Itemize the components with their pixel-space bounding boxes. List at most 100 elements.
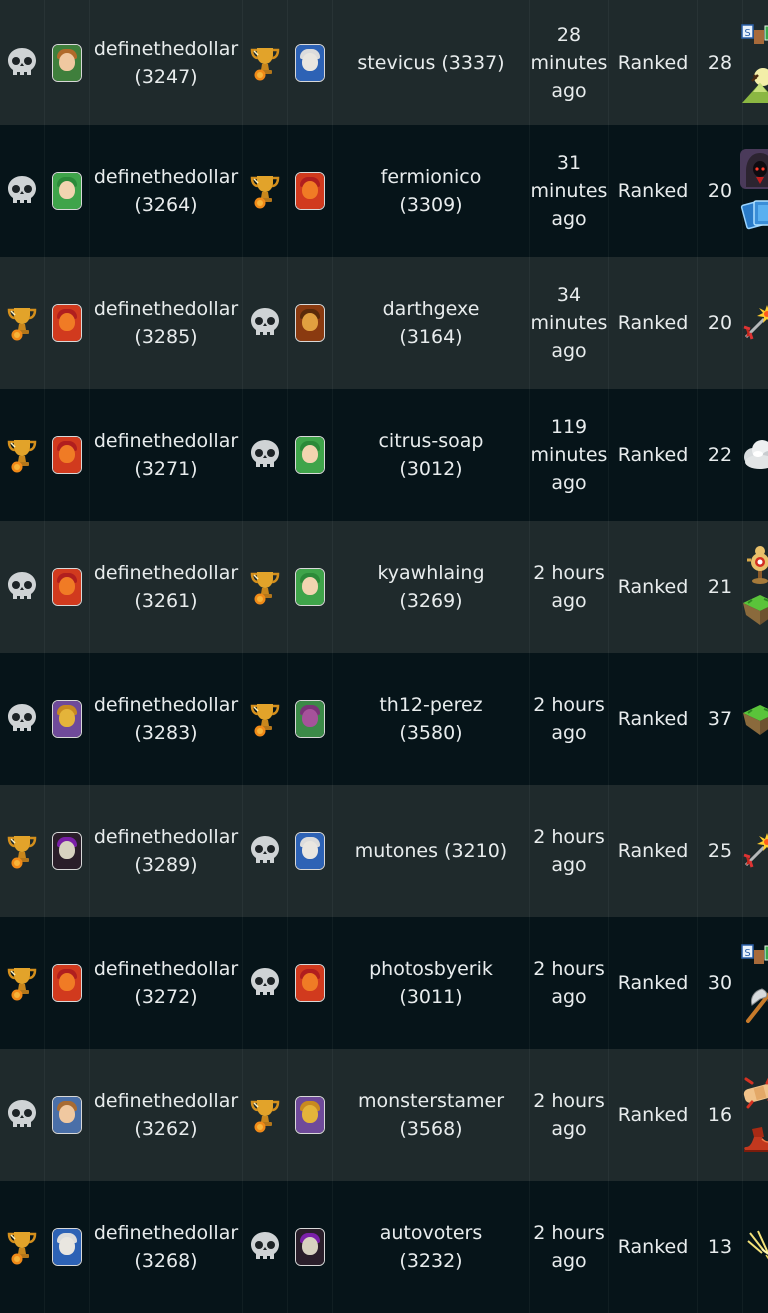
battle-row[interactable]: definethedollar (3289) mutones (3210) 2 … [0,785,768,917]
opponent-cell[interactable]: citrus-soap (3012) [332,389,530,521]
cloud-icon[interactable] [740,435,768,475]
opponent-avatar-cell[interactable] [287,653,333,785]
avatar-young-man-blue[interactable] [52,1096,82,1134]
player-cell[interactable]: definethedollar (3264) [89,125,243,257]
opponent-cell[interactable]: th12-perez (3580) [332,653,530,785]
opponent-name[interactable]: citrus-soap [333,427,529,455]
opponent-avatar-cell[interactable] [287,257,333,389]
opponent-avatar-cell[interactable] [287,0,333,125]
opponent-avatar-cell[interactable] [287,785,333,917]
avatar-elf-green[interactable] [52,172,82,210]
opponent-avatar-cell[interactable] [287,389,333,521]
player-name[interactable]: definethedollar [90,295,242,323]
player-cell[interactable]: definethedollar (3261) [89,521,243,653]
player-cell[interactable]: definethedollar (3285) [89,257,243,389]
axe-icon[interactable] [740,985,768,1025]
battle-row[interactable]: definethedollar (3247) stevicus (3337) 2… [0,0,768,125]
red-boot-icon[interactable] [740,1117,768,1157]
explosive-arrow-icon[interactable] [740,303,768,343]
player-name[interactable]: definethedollar [90,691,242,719]
player-avatar-cell[interactable] [44,257,90,389]
player-avatar-cell[interactable] [44,917,90,1049]
opponent-name[interactable]: monsterstamer [333,1087,529,1115]
moon-mountain-icon[interactable] [740,65,768,105]
avatar-dragon-red[interactable] [52,304,82,342]
battle-row[interactable]: definethedollar (3268) autovoters (3232)… [0,1181,768,1313]
battle-row[interactable]: definethedollar (3283) th12-perez (3580)… [0,653,768,785]
hooded-figure-icon[interactable] [740,149,768,189]
avatar-gold-knight[interactable] [295,1096,325,1134]
standard-modern-icon[interactable]: SM [740,941,768,981]
avatar-elf-green[interactable] [295,568,325,606]
player-cell[interactable]: definethedollar (3283) [89,653,243,785]
opponent-name[interactable]: mutones (3210) [333,837,529,865]
bandage-icon[interactable] [740,1073,768,1113]
avatar-wizard-blue[interactable] [295,43,325,82]
opponent-name[interactable]: stevicus (3337) [333,49,529,77]
battle-row[interactable]: definethedollar (3264) fermionico (3309)… [0,125,768,257]
player-avatar-cell[interactable] [44,521,90,653]
player-avatar-cell[interactable] [44,1049,90,1181]
opponent-cell[interactable]: fermionico (3309) [332,125,530,257]
player-cell[interactable]: definethedollar (3247) [89,0,243,125]
player-avatar-cell[interactable] [44,653,90,785]
cards-icon[interactable] [740,193,768,233]
player-name[interactable]: definethedollar [90,163,242,191]
opponent-name[interactable]: darthgexe [333,295,529,323]
standard-modern-icon[interactable]: SM [740,21,768,61]
player-cell[interactable]: definethedollar (3271) [89,389,243,521]
opponent-cell[interactable]: photosbyerik (3011) [332,917,530,1049]
avatar-dragon-red[interactable] [295,172,325,210]
opponent-cell[interactable]: stevicus (3337) [332,0,530,125]
battle-row[interactable]: definethedollar (3262) monsterstamer (35… [0,1049,768,1181]
avatar-gold-knight[interactable] [52,700,82,738]
player-name[interactable]: definethedollar [90,559,242,587]
avatar-young-man-green[interactable] [52,43,82,82]
opponent-name[interactable]: photosbyerik [333,955,529,983]
opponent-cell[interactable]: mutones (3210) [332,785,530,917]
player-name[interactable]: definethedollar [90,823,242,851]
player-avatar-cell[interactable] [44,125,90,257]
battle-row[interactable]: definethedollar (3285) darthgexe (3164) … [0,257,768,389]
opponent-cell[interactable]: kyawhlaing (3269) [332,521,530,653]
player-avatar-cell[interactable] [44,0,90,125]
battle-row[interactable]: definethedollar (3261) kyawhlaing (3269)… [0,521,768,653]
player-name[interactable]: definethedollar [90,1219,242,1247]
avatar-dragon-red[interactable] [52,568,82,606]
opponent-name[interactable]: kyawhlaing [333,559,529,587]
player-name[interactable]: definethedollar [90,427,242,455]
player-name[interactable]: definethedollar [90,1087,242,1115]
opponent-name[interactable]: th12-perez [333,691,529,719]
avatar-dark-mage[interactable] [52,832,82,870]
battle-row[interactable]: definethedollar (3272) photosbyerik (301… [0,917,768,1049]
avatar-wizard-blue[interactable] [295,832,325,870]
player-avatar-cell[interactable] [44,1181,90,1313]
opponent-avatar-cell[interactable] [287,521,333,653]
player-cell[interactable]: definethedollar (3268) [89,1181,243,1313]
avatar-elf-green[interactable] [295,436,325,474]
player-cell[interactable]: definethedollar (3289) [89,785,243,917]
lightning-spark-icon[interactable] [740,1227,768,1267]
avatar-dragon-red[interactable] [295,964,325,1002]
battle-row[interactable]: definethedollar (3271) citrus-soap (3012… [0,389,768,521]
avatar-dragon-red[interactable] [52,436,82,474]
opponent-name[interactable]: fermionico [333,163,529,191]
opponent-cell[interactable]: darthgexe (3164) [332,257,530,389]
avatar-warrior-orange[interactable] [295,304,325,342]
player-cell[interactable]: definethedollar (3272) [89,917,243,1049]
player-avatar-cell[interactable] [44,389,90,521]
player-avatar-cell[interactable] [44,785,90,917]
opponent-cell[interactable]: autovoters (3232) [332,1181,530,1313]
target-dummy-icon[interactable] [740,545,768,585]
player-name[interactable]: definethedollar [90,955,242,983]
opponent-avatar-cell[interactable] [287,1181,333,1313]
player-cell[interactable]: definethedollar (3262) [89,1049,243,1181]
explosive-arrow-icon[interactable] [740,831,768,871]
opponent-name[interactable]: autovoters [333,1219,529,1247]
player-name[interactable]: definethedollar [90,35,242,63]
opponent-avatar-cell[interactable] [287,1049,333,1181]
floating-island-icon[interactable] [740,589,768,629]
opponent-cell[interactable]: monsterstamer (3568) [332,1049,530,1181]
avatar-tentacle-purple[interactable] [295,700,325,738]
avatar-dragon-red[interactable] [52,964,82,1002]
